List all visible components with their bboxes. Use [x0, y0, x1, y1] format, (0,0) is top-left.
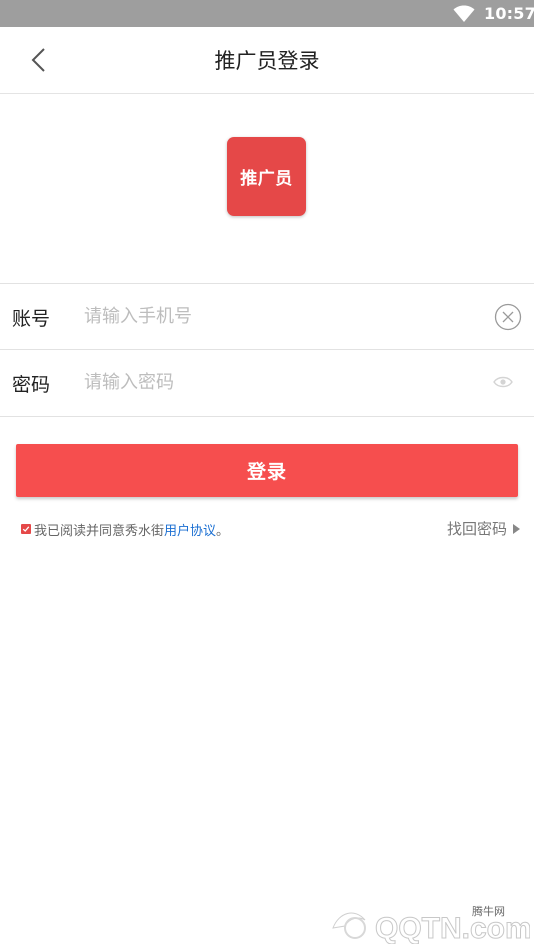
password-row: 密码: [0, 349, 534, 417]
watermark-site: 腾牛网: [472, 905, 505, 918]
agreement-row: 我已阅读并同意秀水街 用户协议 。: [21, 520, 230, 539]
check-icon: [22, 526, 30, 532]
account-row: 账号: [0, 283, 534, 350]
logo-label: 推广员: [240, 169, 293, 189]
account-label: 账号: [12, 308, 51, 330]
status-bar: 10:57: [0, 0, 534, 27]
forgot-password-label: 找回密码: [446, 520, 507, 538]
phone-input[interactable]: [84, 298, 474, 334]
watermark-brand: QQTN.com: [375, 912, 530, 944]
agreement-checkbox[interactable]: [21, 524, 31, 534]
login-button[interactable]: 登录: [16, 444, 518, 497]
agreement-text: 我已阅读并同意秀水街: [34, 523, 165, 539]
forgot-password-link[interactable]: 找回密码: [447, 518, 520, 539]
page-title: 推广员登录: [214, 49, 320, 73]
triangle-right-icon: [513, 523, 520, 534]
status-time: 10:57: [484, 4, 534, 23]
user-agreement-link[interactable]: 用户协议: [164, 520, 216, 539]
agreement-suffix: 。: [216, 523, 230, 539]
password-input[interactable]: [84, 364, 474, 400]
app-logo: 推广员: [227, 137, 306, 216]
password-label: 密码: [12, 374, 51, 396]
eye-icon[interactable]: [493, 374, 513, 390]
header: 推广员登录: [0, 27, 534, 94]
wifi-icon: [453, 5, 475, 22]
clear-icon[interactable]: [494, 303, 522, 331]
